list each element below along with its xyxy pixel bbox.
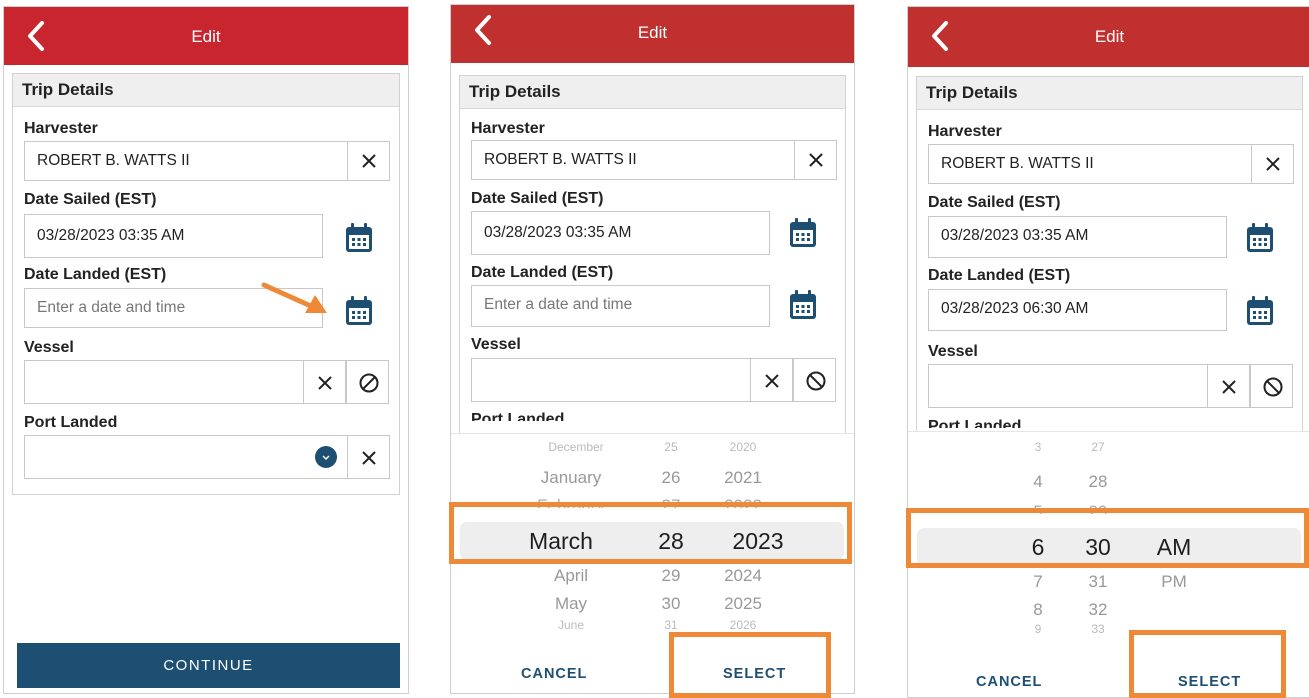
- cancel-button[interactable]: CANCEL: [976, 674, 1042, 690]
- picker-row[interactable]: June 31 2026: [451, 618, 854, 632]
- header-title: Edit: [191, 27, 221, 46]
- clear-vessel-button[interactable]: [750, 358, 793, 402]
- date-landed-field[interactable]: 03/28/2023 06:30 AM: [928, 289, 1227, 331]
- close-icon: [362, 451, 376, 465]
- harvester-field[interactable]: ROBERT B. WATTS II: [928, 144, 1252, 184]
- cancel-button[interactable]: CANCEL: [521, 666, 587, 682]
- arrow-icon: [261, 282, 327, 313]
- clear-vessel-button[interactable]: [303, 360, 346, 404]
- highlight-box-date-row: [449, 502, 852, 564]
- no-vessel-button[interactable]: [1250, 364, 1293, 408]
- harvester-label: Harvester: [24, 120, 98, 137]
- continue-button[interactable]: CONTINUE: [17, 643, 400, 688]
- vessel-label: Vessel: [928, 343, 978, 360]
- calendar-icon[interactable]: [344, 295, 374, 327]
- close-icon: [809, 153, 823, 167]
- close-icon: [1222, 380, 1236, 394]
- close-icon: [362, 154, 376, 168]
- clear-vessel-button[interactable]: [1207, 364, 1250, 408]
- no-entry-icon: [806, 371, 826, 391]
- close-icon: [318, 376, 332, 390]
- port-landed-label: Port Landed: [928, 418, 1022, 428]
- screen-date-picker: Edit Trip Details Harvester ROBERT B. WA…: [450, 4, 855, 694]
- app-header: Edit: [451, 5, 854, 63]
- vessel-label: Vessel: [471, 336, 521, 353]
- date-landed-label: Date Landed (EST): [928, 267, 1071, 284]
- port-landed-label: Port Landed: [24, 414, 118, 431]
- calendar-icon[interactable]: [1245, 295, 1275, 327]
- section-title: Trip Details: [917, 77, 1302, 110]
- calendar-icon[interactable]: [344, 222, 374, 254]
- picker-row[interactable]: 4 28: [908, 472, 1309, 494]
- app-header: Edit: [4, 7, 408, 65]
- picker-row[interactable]: May 30 2025: [451, 594, 854, 616]
- clear-port-button[interactable]: [347, 435, 390, 479]
- no-entry-icon: [359, 373, 379, 393]
- port-landed-select[interactable]: [24, 435, 348, 479]
- trip-details-card: Trip Details Harvester ROBERT B. WATTS I…: [12, 73, 400, 495]
- screen-time-picker: Edit Trip Details Harvester ROBERT B. WA…: [907, 6, 1309, 698]
- header-title: Edit: [637, 23, 668, 42]
- picker-row[interactable]: 8 32: [908, 600, 1309, 622]
- calendar-icon[interactable]: [1245, 222, 1275, 254]
- port-landed-label: Port Landed: [471, 411, 565, 421]
- date-sailed-field[interactable]: 03/28/2023 03:35 AM: [471, 211, 770, 255]
- picker-row[interactable]: 3 27: [908, 440, 1309, 454]
- chevron-down-icon: [315, 446, 337, 468]
- clear-harvester-button[interactable]: [1251, 144, 1294, 184]
- section-title: Trip Details: [460, 76, 845, 109]
- close-icon: [1266, 157, 1280, 171]
- vessel-field[interactable]: [471, 358, 751, 402]
- app-header: Edit: [908, 7, 1309, 67]
- no-vessel-button[interactable]: [793, 358, 836, 402]
- date-sailed-label: Date Sailed (EST): [24, 191, 157, 208]
- screen-edit-form: Edit Trip Details Harvester ROBERT B. WA…: [3, 6, 409, 694]
- highlight-box-select: [669, 632, 831, 698]
- date-landed-field[interactable]: Enter a date and time: [471, 285, 770, 327]
- date-landed-label: Date Landed (EST): [24, 266, 167, 283]
- date-sailed-field[interactable]: 03/28/2023 03:35 AM: [24, 214, 323, 258]
- picker-row[interactable]: December 25 2020: [451, 440, 854, 454]
- vessel-label: Vessel: [24, 339, 74, 356]
- section-title: Trip Details: [13, 74, 399, 107]
- clear-harvester-button[interactable]: [794, 140, 837, 180]
- vessel-field[interactable]: [24, 360, 304, 404]
- date-sailed-label: Date Sailed (EST): [471, 190, 604, 207]
- harvester-label: Harvester: [928, 123, 1002, 140]
- close-icon: [765, 374, 779, 388]
- picker-row[interactable]: 7 31 PM: [908, 572, 1309, 594]
- harvester-label: Harvester: [471, 120, 545, 137]
- clear-harvester-button[interactable]: [347, 141, 390, 181]
- date-landed-label: Date Landed (EST): [471, 264, 614, 281]
- date-sailed-label: Date Sailed (EST): [928, 194, 1061, 211]
- header-title: Edit: [1094, 27, 1125, 46]
- picker-row[interactable]: January 26 2021: [451, 468, 854, 490]
- calendar-icon[interactable]: [788, 217, 818, 249]
- picker-row[interactable]: April 29 2024: [451, 566, 854, 588]
- date-sailed-field[interactable]: 03/28/2023 03:35 AM: [928, 216, 1227, 258]
- highlight-box-select: [1129, 630, 1286, 698]
- harvester-field[interactable]: ROBERT B. WATTS II: [471, 140, 795, 180]
- harvester-field[interactable]: ROBERT B. WATTS II: [24, 141, 348, 181]
- no-vessel-button[interactable]: [346, 360, 389, 404]
- trip-details-card: Trip Details Harvester ROBERT B. WATTS I…: [459, 75, 846, 436]
- trip-details-card: Trip Details Harvester ROBERT B. WATTS I…: [916, 76, 1303, 433]
- calendar-icon[interactable]: [788, 289, 818, 321]
- highlight-box-time-row: [906, 508, 1309, 568]
- no-entry-icon: [1263, 377, 1283, 397]
- vessel-field[interactable]: [928, 364, 1208, 408]
